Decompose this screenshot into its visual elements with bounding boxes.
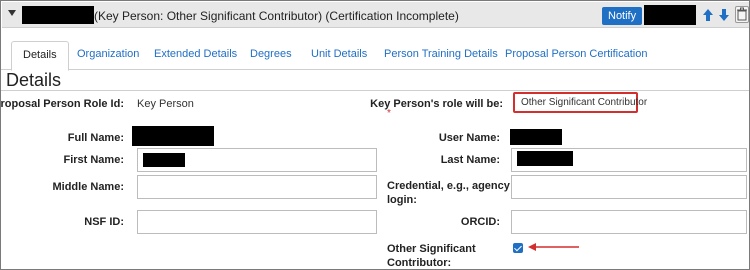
notify-button[interactable]: Notify bbox=[602, 7, 643, 25]
nsf-id-field[interactable] bbox=[137, 210, 377, 234]
nsf-id-label: NSF ID: bbox=[84, 216, 124, 228]
delete-button[interactable] bbox=[735, 6, 749, 23]
panel-header[interactable]: (Key Person: Other Significant Contribut… bbox=[2, 2, 749, 28]
orcid-label: ORCID: bbox=[460, 216, 500, 228]
required-marker: * bbox=[387, 108, 391, 119]
tab-organization[interactable]: Organization bbox=[77, 41, 139, 70]
middle-name-label: Middle Name: bbox=[52, 181, 124, 193]
first-name-field[interactable] bbox=[137, 148, 377, 172]
middle-name-field[interactable] bbox=[137, 175, 377, 199]
redacted-notify-info bbox=[644, 5, 696, 25]
section-title: Details bbox=[6, 70, 62, 90]
key-person-panel: (Key Person: Other Significant Contribut… bbox=[0, 0, 750, 270]
other-significant-contributor-checkbox[interactable] bbox=[513, 243, 523, 253]
user-name-label: User Name: bbox=[438, 132, 500, 144]
full-name-label: Full Name: bbox=[67, 132, 124, 144]
first-name-label: First Name: bbox=[63, 154, 124, 166]
tab-bar: Details Organization Extended Details De… bbox=[1, 41, 749, 71]
redacted-user-name bbox=[510, 129, 562, 145]
panel-header-title: (Key Person: Other Significant Contribut… bbox=[94, 9, 459, 23]
arrow-down-icon[interactable] bbox=[718, 8, 730, 22]
orcid-field[interactable] bbox=[511, 210, 747, 234]
redacted-last-name bbox=[517, 151, 573, 166]
annotation-arrow-icon bbox=[528, 243, 579, 251]
redacted-full-name bbox=[132, 126, 214, 146]
arrow-up-icon[interactable] bbox=[702, 8, 714, 22]
last-name-field[interactable] bbox=[511, 148, 747, 172]
tab-person-training-details[interactable]: Person Training Details bbox=[384, 41, 498, 70]
tab-details[interactable]: Details bbox=[11, 41, 69, 71]
section-divider bbox=[1, 90, 749, 91]
osc-label-line1: Other Significant bbox=[387, 243, 476, 255]
collapse-caret-icon[interactable] bbox=[8, 10, 16, 16]
credential-label-line1: Credential, e.g., agency bbox=[387, 180, 510, 192]
tab-unit-details[interactable]: Unit Details bbox=[311, 41, 367, 70]
last-name-label: Last Name: bbox=[440, 154, 500, 166]
credential-field[interactable] bbox=[511, 175, 747, 199]
credential-label-line2: login: bbox=[387, 194, 417, 206]
role-will-be-value: Other Significant Contributor bbox=[513, 92, 647, 113]
role-id-label: Proposal Person Role Id: bbox=[0, 98, 124, 110]
osc-label-line2: Contributor: bbox=[387, 257, 452, 269]
role-id-value: Key Person bbox=[137, 98, 194, 110]
tab-degrees[interactable]: Degrees bbox=[250, 41, 292, 70]
redacted-person-name bbox=[22, 6, 94, 24]
tab-extended-details[interactable]: Extended Details bbox=[154, 41, 237, 70]
trash-icon bbox=[737, 7, 747, 21]
redacted-first-name bbox=[143, 153, 185, 167]
tab-proposal-person-certification[interactable]: Proposal Person Certification bbox=[505, 41, 647, 70]
